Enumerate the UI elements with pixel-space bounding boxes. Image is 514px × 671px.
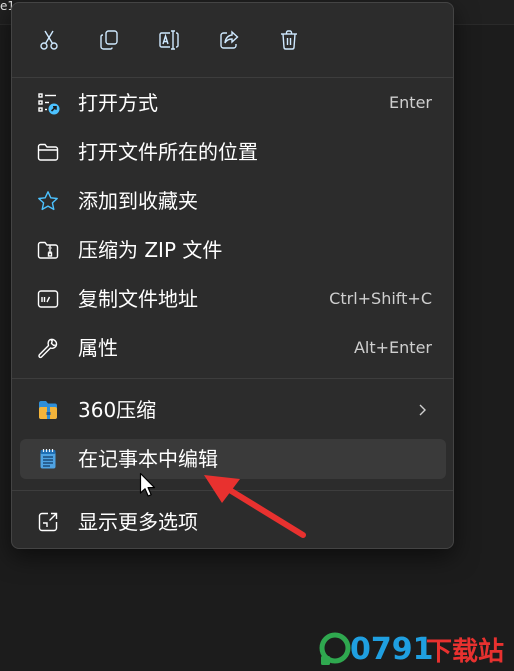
menu-item-label: 在记事本中编辑 [78,447,218,471]
copy-path-icon [36,287,60,311]
scissors-icon [40,30,58,50]
wrench-icon [36,336,60,360]
menu-item-label: 打开方式 [78,91,158,115]
menu-item-label: 复制文件地址 [78,287,198,311]
menu-item-label: 显示更多选项 [78,510,198,534]
menu-item-label: 压缩为 ZIP 文件 [78,238,223,262]
menu-item-shortcut: Ctrl+Shift+C [329,289,432,308]
share-icon [220,30,239,49]
delete-button[interactable] [269,20,309,60]
menu-divider [12,378,453,379]
menu-item-open-location[interactable]: 打开文件所在的位置 [20,132,446,172]
chevron-right-icon [419,404,426,416]
menu-item-add-favorites[interactable]: 添加到收藏夹 [20,181,446,221]
star-icon [36,189,60,213]
notepad-icon [36,447,60,471]
zip-folder-icon [36,238,60,262]
cut-button[interactable] [29,20,69,60]
menu-item-label: 属性 [78,336,118,360]
360-archive-icon [36,398,60,422]
open-with-icon [36,91,60,115]
rename-button[interactable] [149,20,189,60]
menu-item-copy-path[interactable]: 复制文件地址 Ctrl+Shift+C [20,279,446,319]
rename-icon [159,30,179,50]
folder-icon [36,140,60,164]
share-button[interactable] [209,20,249,60]
site-watermark: 0791 下载站 [319,632,504,667]
watermark-suffix: 下载站 [426,637,504,667]
more-options-icon [36,510,60,534]
annotation-arrow-icon [204,475,306,538]
mouse-cursor-icon [139,472,156,497]
trash-icon [281,30,297,50]
menu-item-shortcut: Enter [389,93,432,112]
menu-item-shortcut: Alt+Enter [353,338,432,357]
menu-item-label: 打开文件所在的位置 [78,140,258,164]
menu-item-label: 添加到收藏夹 [78,189,198,213]
copy-icon [100,30,118,50]
toolbar-divider [12,77,453,78]
menu-item-open-with[interactable]: 打开方式 Enter [20,83,446,123]
copy-button[interactable] [89,20,129,60]
menu-item-label: 360压缩 [78,398,157,422]
watermark-number: 0791 [350,632,434,667]
menu-item-360-archive[interactable]: 360压缩 [20,390,446,430]
menu-item-properties[interactable]: 属性 Alt+Enter [20,328,446,368]
menu-item-compress-zip[interactable]: 压缩为 ZIP 文件 [20,230,446,270]
context-menu-toolbar [12,3,453,77]
